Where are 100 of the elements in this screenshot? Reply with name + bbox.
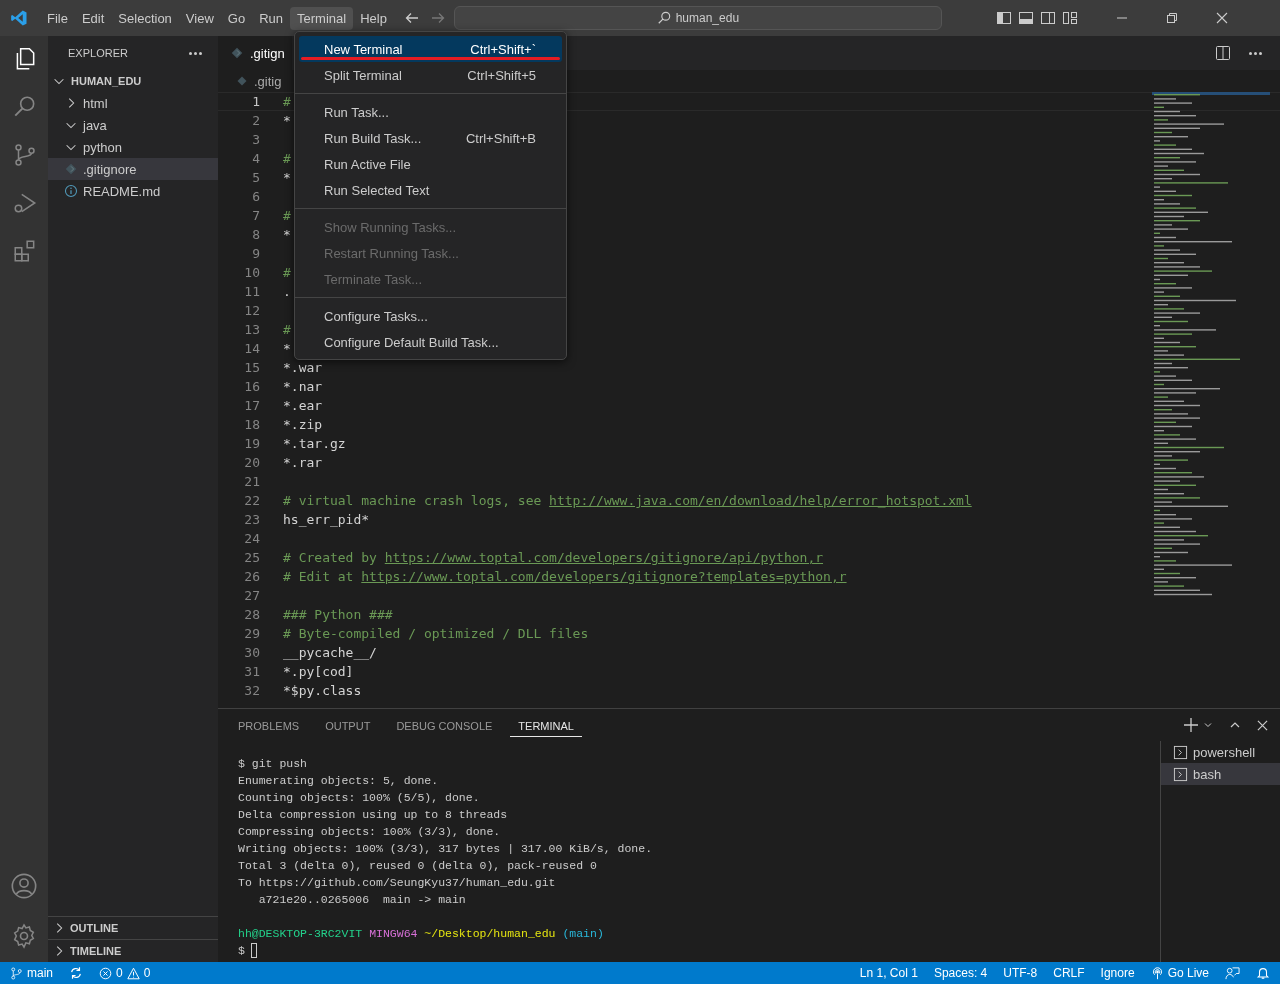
app-logo-icon	[10, 9, 28, 27]
menu-item[interactable]: Edit	[74, 6, 112, 30]
terminal-list-item[interactable]: bash	[1161, 763, 1280, 785]
menu-item[interactable]: Run	[252, 6, 290, 30]
line-number: 21	[243, 474, 260, 489]
line-number: 9	[251, 246, 260, 261]
menu-item[interactable]: Selection	[111, 6, 179, 30]
code-line: ### Python ###	[283, 607, 393, 622]
line-number: 30	[243, 645, 260, 660]
breadcrumb[interactable]: .gitig	[218, 70, 296, 92]
line-number: 27	[243, 588, 260, 603]
split-editor-icon[interactable]	[1215, 45, 1231, 61]
line-number: 15	[243, 360, 260, 375]
menu-item[interactable]: Terminal	[290, 6, 354, 30]
menu-item[interactable]: Go	[220, 6, 253, 30]
tree-item[interactable]: python	[48, 136, 218, 158]
diamond-icon	[236, 75, 248, 87]
menu-item[interactable]: View	[178, 6, 221, 30]
go-live-button[interactable]: Go Live	[1150, 966, 1209, 980]
menu-item[interactable]: Split Terminal Ctrl+Shift+5	[299, 62, 562, 88]
source-control-icon[interactable]	[12, 142, 38, 168]
tree-item[interactable]: html	[48, 92, 218, 114]
account-icon[interactable]	[10, 872, 38, 900]
code-line: #	[283, 94, 291, 109]
line-number: 7	[251, 208, 260, 223]
panel-tab[interactable]: PROBLEMS	[230, 713, 308, 737]
branch-icon	[10, 966, 23, 980]
terminal-list-item[interactable]: powershell	[1161, 741, 1280, 763]
line-number: 19	[243, 436, 260, 451]
line-number: 14	[243, 341, 260, 356]
terminal-line: Writing objects: 100% (3/3), 317 bytes | 317.00 KiB/s, done.	[238, 841, 654, 857]
menu-item[interactable]: New Terminal Ctrl+Shift+`	[299, 36, 562, 62]
diamond-icon	[230, 46, 244, 60]
tree-item[interactable]: .gitignore	[48, 158, 218, 180]
status-item[interactable]: Ignore	[1100, 966, 1135, 980]
tree-item[interactable]: HUMAN_EDU	[48, 70, 218, 92]
line-number: 12	[243, 303, 260, 318]
add-icon[interactable]	[1183, 717, 1199, 733]
layout-grid-icon[interactable]	[1061, 10, 1078, 26]
line-number: 26	[243, 569, 260, 584]
back-arrow-icon[interactable]	[403, 10, 420, 26]
terminal-prompt: hh@DESKTOP-3RC2VIT MINGW64 ~/Desktop/human_edu (main)	[238, 926, 605, 942]
menu-item[interactable]: Run Task...	[299, 99, 562, 125]
menu-item[interactable]: Run Build Task... Ctrl+Shift+B	[299, 125, 562, 151]
line-number: 20	[243, 455, 260, 470]
menu-item[interactable]: Configure Tasks...	[299, 303, 562, 329]
branch-status[interactable]: main	[10, 966, 53, 980]
problems-status[interactable]: 0 0	[99, 966, 151, 980]
panel-tab[interactable]: DEBUG CONSOLE	[388, 713, 501, 737]
warning-icon	[126, 966, 140, 980]
line-number: 10	[243, 265, 260, 280]
chevron-down-icon[interactable]	[1203, 720, 1213, 730]
info-icon	[64, 184, 78, 198]
text-cursor	[250, 943, 257, 958]
code-line: # Byte-compiled / optimized / DLL files	[283, 626, 589, 641]
search-field[interactable]: human_edu	[453, 6, 942, 30]
toggle-panel-icon[interactable]	[1017, 10, 1034, 26]
line-number: 6	[251, 189, 260, 204]
editor-tab[interactable]: .gitign	[218, 36, 292, 70]
notification-bell-icon[interactable]	[1256, 966, 1270, 980]
code-line: hs_err_pid*	[283, 512, 370, 527]
sync-icon[interactable]	[69, 966, 83, 980]
code-line: .	[283, 284, 291, 299]
close-icon[interactable]	[1257, 719, 1268, 731]
code-line: # Edit at https://www.toptal.com/developers/gitignore?templates=python,r	[283, 569, 847, 584]
line-number: 16	[243, 379, 260, 394]
menu-item[interactable]: File	[40, 6, 75, 30]
terminal-line: Enumerating objects: 5, done.	[238, 773, 440, 789]
terminal-line: To https://github.com/SeungKyu37/human_edu.git	[238, 875, 557, 891]
line-number: 4	[251, 151, 260, 166]
terminal-line: a721e20..0265006 main -> main	[257, 892, 467, 908]
line-number: 3	[251, 132, 260, 147]
menu-item[interactable]: Run Active File	[299, 151, 562, 177]
menu-item[interactable]: Configure Default Build Task...	[299, 329, 562, 355]
menu-item[interactable]: Help	[353, 6, 394, 30]
tree-item[interactable]: README.md	[48, 180, 218, 202]
code-line: *.rar	[283, 455, 323, 470]
restore-icon[interactable]	[1165, 12, 1178, 24]
split-layout-icon[interactable]	[1039, 10, 1056, 26]
broadcast-icon	[1150, 966, 1164, 980]
tree-item[interactable]: java	[48, 114, 218, 136]
code-line: *	[283, 170, 291, 185]
menu-item[interactable]: Run Selected Text	[299, 177, 562, 203]
status-item[interactable]: UTF-8	[1003, 966, 1038, 980]
line-number: 23	[243, 512, 260, 527]
status-item[interactable]: Ln 1, Col 1	[859, 966, 918, 980]
toggle-sidebar-icon[interactable]	[995, 10, 1012, 26]
search-icon	[656, 11, 671, 25]
panel-tab[interactable]: TERMINAL	[510, 713, 582, 737]
status-item[interactable]: Spaces: 4	[933, 966, 988, 980]
code-line: *$py.class	[283, 683, 362, 698]
code-line: # virtual machine crash logs, see http://www.java.com/en/download/help/error_hotspot.xml	[283, 493, 972, 508]
code-line: *.zip	[283, 417, 323, 432]
close-icon[interactable]	[1215, 12, 1228, 24]
terminal-line: Compressing objects: 100% (3/3), done.	[238, 824, 502, 840]
sidebar-title: EXPLORER	[68, 47, 128, 59]
feedback-icon[interactable]	[1225, 965, 1240, 981]
code-line: #	[283, 265, 291, 280]
status-item[interactable]: CRLF	[1053, 966, 1085, 980]
panel-tab[interactable]: OUTPUT	[317, 713, 379, 737]
